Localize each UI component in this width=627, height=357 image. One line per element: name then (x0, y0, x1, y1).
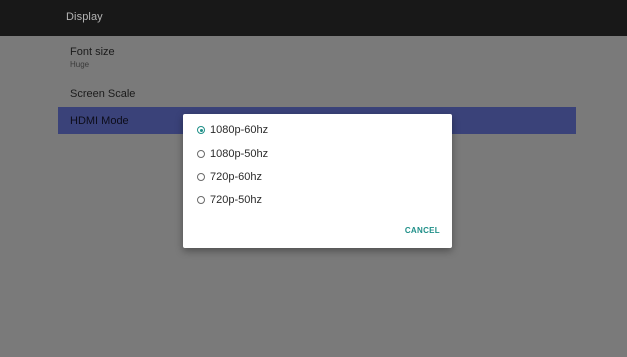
radio-checked-icon (197, 126, 205, 134)
radio-option-1080p-60hz[interactable]: 1080p-60hz (197, 121, 268, 139)
dialog-actions: CANCEL (405, 220, 440, 238)
radio-option-label: 1080p-60hz (210, 124, 269, 136)
radio-option-label: 1080p-50hz (210, 148, 269, 160)
settings-screen: Display Font size Huge Screen Scale HDMI… (0, 0, 627, 357)
cancel-button[interactable]: CANCEL (405, 226, 440, 235)
radio-option-label: 720p-50hz (210, 194, 262, 206)
radio-option-label: 720p-60hz (210, 171, 262, 183)
radio-unchecked-icon (197, 196, 205, 204)
radio-unchecked-icon (197, 173, 205, 181)
radio-option-1080p-50hz[interactable]: 1080p-50hz (197, 145, 268, 163)
radio-unchecked-icon (197, 150, 205, 158)
hdmi-mode-dialog: 1080p-60hz 1080p-50hz 720p-60hz 720p-50h… (183, 114, 452, 248)
radio-option-720p-60hz[interactable]: 720p-60hz (197, 168, 262, 186)
radio-option-720p-50hz[interactable]: 720p-50hz (197, 191, 262, 209)
